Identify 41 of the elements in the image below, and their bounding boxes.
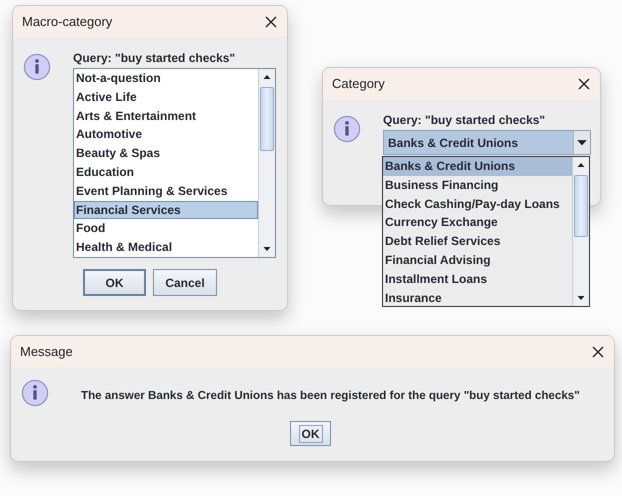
category-dropdown[interactable]: Banks & Credit Unions [383,130,591,155]
dropdown-option[interactable]: Check Cashing/Pay-day Loans [383,194,572,214]
ok-button[interactable]: OK [290,421,331,446]
dropdown-option[interactable]: Currency Exchange [383,213,572,232]
dropdown-option[interactable]: Installment Loans [383,270,572,289]
list-item[interactable]: Event Planning & Services [74,182,258,201]
close-icon[interactable] [265,16,277,28]
close-icon[interactable] [592,346,604,358]
query-label: Query: "buy started checks" [383,113,546,127]
dialog-button[interactable]: Cancel [153,269,217,296]
list-item[interactable]: Beauty & Spas [74,144,258,163]
info-icon [23,53,51,81]
list-item[interactable]: Health & Medical [74,238,258,257]
list-item[interactable]: Food [74,219,258,238]
list-item[interactable]: Not-a-question [74,69,258,88]
query-label: Query: "buy started checks" [73,51,236,65]
list-item[interactable]: Financial Services [74,200,258,220]
dropdown-list[interactable]: Banks & Credit Unions Business Financing Check Cashing/Pay-day Loans Currency Exchange Debt Relief Services Financial Advising Installment Loans Insurance [382,156,590,307]
info-icon [21,379,49,407]
dialog-button[interactable]: OK [83,269,146,296]
dropdown-option[interactable]: Insurance [383,288,572,308]
category-list[interactable]: Not-a-question Active Life Arts & Entertainment Automotive Beauty & Spas Education Event Planning & Services Financial Services Food Health & Medical [73,68,276,258]
dropdown-option[interactable]: Business Financing [383,176,572,195]
scrollbar[interactable] [572,157,589,306]
list-item[interactable]: Arts & Entertainment [74,106,258,126]
message-text: The answer Banks & Credit Unions has been registered for the query "buy started checks" [81,388,580,402]
list-item[interactable]: Active Life [74,88,258,107]
dropdown-option[interactable]: Banks & Credit Unions [383,157,572,176]
dropdown-option[interactable]: Debt Relief Services [383,232,572,251]
window-title: Macro-category [22,14,112,29]
scrollbar[interactable] [258,69,275,257]
window-title: Message [20,344,73,359]
list-item[interactable]: Automotive [74,125,258,144]
close-icon[interactable] [578,78,590,90]
dropdown-option[interactable]: Financial Advising [383,250,572,270]
caret-icon [573,131,590,154]
scroll-thumb[interactable] [574,175,588,237]
list-item[interactable]: Education [74,162,258,182]
scroll-thumb[interactable] [260,87,274,151]
info-icon [333,115,361,143]
window-title: Category [332,76,385,91]
